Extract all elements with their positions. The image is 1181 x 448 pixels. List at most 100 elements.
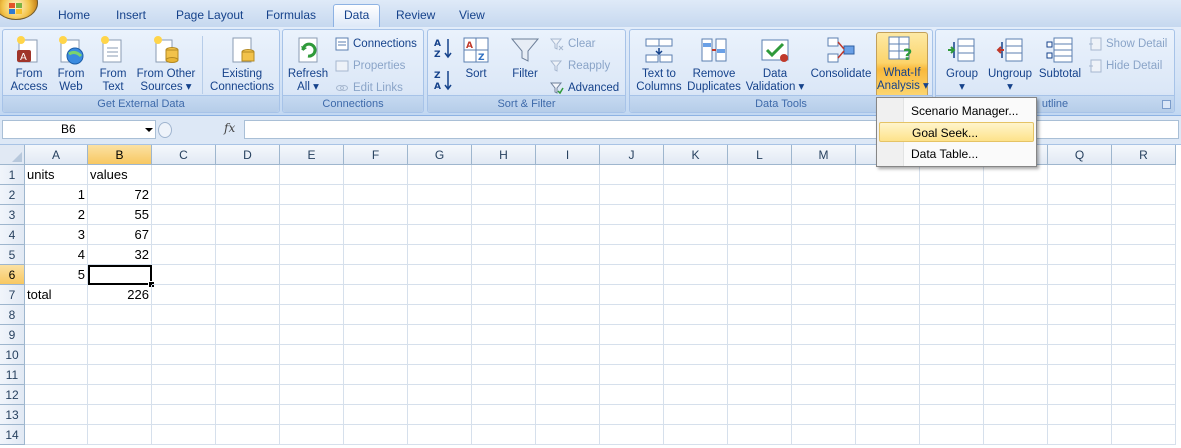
tab-data[interactable]: Data xyxy=(333,4,381,27)
cell-j2[interactable] xyxy=(600,185,664,205)
cell-i7[interactable] xyxy=(536,285,600,305)
cell-c2[interactable] xyxy=(152,185,216,205)
subtotal-button[interactable]: Subtotal xyxy=(1036,34,1084,98)
cell-i3[interactable] xyxy=(536,205,600,225)
cell-q4[interactable] xyxy=(1048,225,1112,245)
cell-k11[interactable] xyxy=(664,365,728,385)
cell-q9[interactable] xyxy=(1048,325,1112,345)
cell-p10[interactable] xyxy=(984,345,1048,365)
cell-e8[interactable] xyxy=(280,305,344,325)
splitter-handle-icon[interactable] xyxy=(158,122,172,138)
sort-z-to-a-button[interactable]: Z A xyxy=(430,68,458,96)
cell-l10[interactable] xyxy=(728,345,792,365)
cell-k4[interactable] xyxy=(664,225,728,245)
cell-p13[interactable] xyxy=(984,405,1048,425)
cell-o14[interactable] xyxy=(920,425,984,445)
cell-a1[interactable]: units xyxy=(25,165,88,185)
cell-h7[interactable] xyxy=(472,285,536,305)
cell-g7[interactable] xyxy=(408,285,472,305)
cell-o13[interactable] xyxy=(920,405,984,425)
chevron-down-icon[interactable] xyxy=(145,128,153,132)
cell-k3[interactable] xyxy=(664,205,728,225)
cell-d14[interactable] xyxy=(216,425,280,445)
cell-m9[interactable] xyxy=(792,325,856,345)
cell-a7[interactable]: total xyxy=(25,285,88,305)
cell-b12[interactable] xyxy=(88,385,152,405)
column-header-k[interactable]: K xyxy=(664,145,728,165)
cell-c4[interactable] xyxy=(152,225,216,245)
cell-q14[interactable] xyxy=(1048,425,1112,445)
cell-r1[interactable] xyxy=(1112,165,1176,185)
cell-a11[interactable] xyxy=(25,365,88,385)
cell-m6[interactable] xyxy=(792,265,856,285)
reapply-button[interactable]: Reapply xyxy=(548,56,610,76)
cell-c14[interactable] xyxy=(152,425,216,445)
cell-h12[interactable] xyxy=(472,385,536,405)
cell-i12[interactable] xyxy=(536,385,600,405)
row-header-13[interactable]: 13 xyxy=(0,405,25,425)
cell-e7[interactable] xyxy=(280,285,344,305)
cell-b7[interactable]: 226 xyxy=(88,285,152,305)
connections-button[interactable]: Connections xyxy=(333,34,417,54)
cell-m2[interactable] xyxy=(792,185,856,205)
cell-g11[interactable] xyxy=(408,365,472,385)
cell-e4[interactable] xyxy=(280,225,344,245)
row-header-14[interactable]: 14 xyxy=(0,425,25,445)
cell-i2[interactable] xyxy=(536,185,600,205)
cell-f13[interactable] xyxy=(344,405,408,425)
cell-a5[interactable]: 4 xyxy=(25,245,88,265)
column-header-d[interactable]: D xyxy=(216,145,280,165)
cell-n4[interactable] xyxy=(856,225,920,245)
cell-f14[interactable] xyxy=(344,425,408,445)
cell-o3[interactable] xyxy=(920,205,984,225)
cell-b3[interactable]: 55 xyxy=(88,205,152,225)
cell-g2[interactable] xyxy=(408,185,472,205)
row-header-9[interactable]: 9 xyxy=(0,325,25,345)
cell-d13[interactable] xyxy=(216,405,280,425)
column-header-f[interactable]: F xyxy=(344,145,408,165)
cell-r6[interactable] xyxy=(1112,265,1176,285)
cell-e11[interactable] xyxy=(280,365,344,385)
cell-m3[interactable] xyxy=(792,205,856,225)
cell-r12[interactable] xyxy=(1112,385,1176,405)
cell-d1[interactable] xyxy=(216,165,280,185)
cell-c8[interactable] xyxy=(152,305,216,325)
row-header-12[interactable]: 12 xyxy=(0,385,25,405)
cell-n2[interactable] xyxy=(856,185,920,205)
cell-d5[interactable] xyxy=(216,245,280,265)
clear-filter-button[interactable]: Clear xyxy=(548,34,595,54)
cell-c6[interactable] xyxy=(152,265,216,285)
cell-h4[interactable] xyxy=(472,225,536,245)
cell-g10[interactable] xyxy=(408,345,472,365)
cell-m14[interactable] xyxy=(792,425,856,445)
cell-q6[interactable] xyxy=(1048,265,1112,285)
cell-k1[interactable] xyxy=(664,165,728,185)
data-table-menu-item[interactable]: Data Table... xyxy=(879,144,1034,164)
cell-r7[interactable] xyxy=(1112,285,1176,305)
cell-l2[interactable] xyxy=(728,185,792,205)
cell-r2[interactable] xyxy=(1112,185,1176,205)
row-header-5[interactable]: 5 xyxy=(0,245,25,265)
cell-j1[interactable] xyxy=(600,165,664,185)
cell-q13[interactable] xyxy=(1048,405,1112,425)
cell-g6[interactable] xyxy=(408,265,472,285)
cell-f2[interactable] xyxy=(344,185,408,205)
cell-p9[interactable] xyxy=(984,325,1048,345)
cell-r5[interactable] xyxy=(1112,245,1176,265)
cell-h1[interactable] xyxy=(472,165,536,185)
formula-input[interactable] xyxy=(244,120,1179,139)
cell-j8[interactable] xyxy=(600,305,664,325)
cell-o6[interactable] xyxy=(920,265,984,285)
scenario-manager-menu-item[interactable]: Scenario Manager... xyxy=(879,101,1034,121)
cell-e1[interactable] xyxy=(280,165,344,185)
cell-n5[interactable] xyxy=(856,245,920,265)
cell-h5[interactable] xyxy=(472,245,536,265)
cell-n12[interactable] xyxy=(856,385,920,405)
cell-j9[interactable] xyxy=(600,325,664,345)
cell-b10[interactable] xyxy=(88,345,152,365)
column-header-a[interactable]: A xyxy=(25,145,88,165)
cell-a3[interactable]: 2 xyxy=(25,205,88,225)
cell-m5[interactable] xyxy=(792,245,856,265)
cell-b2[interactable]: 72 xyxy=(88,185,152,205)
cell-l11[interactable] xyxy=(728,365,792,385)
